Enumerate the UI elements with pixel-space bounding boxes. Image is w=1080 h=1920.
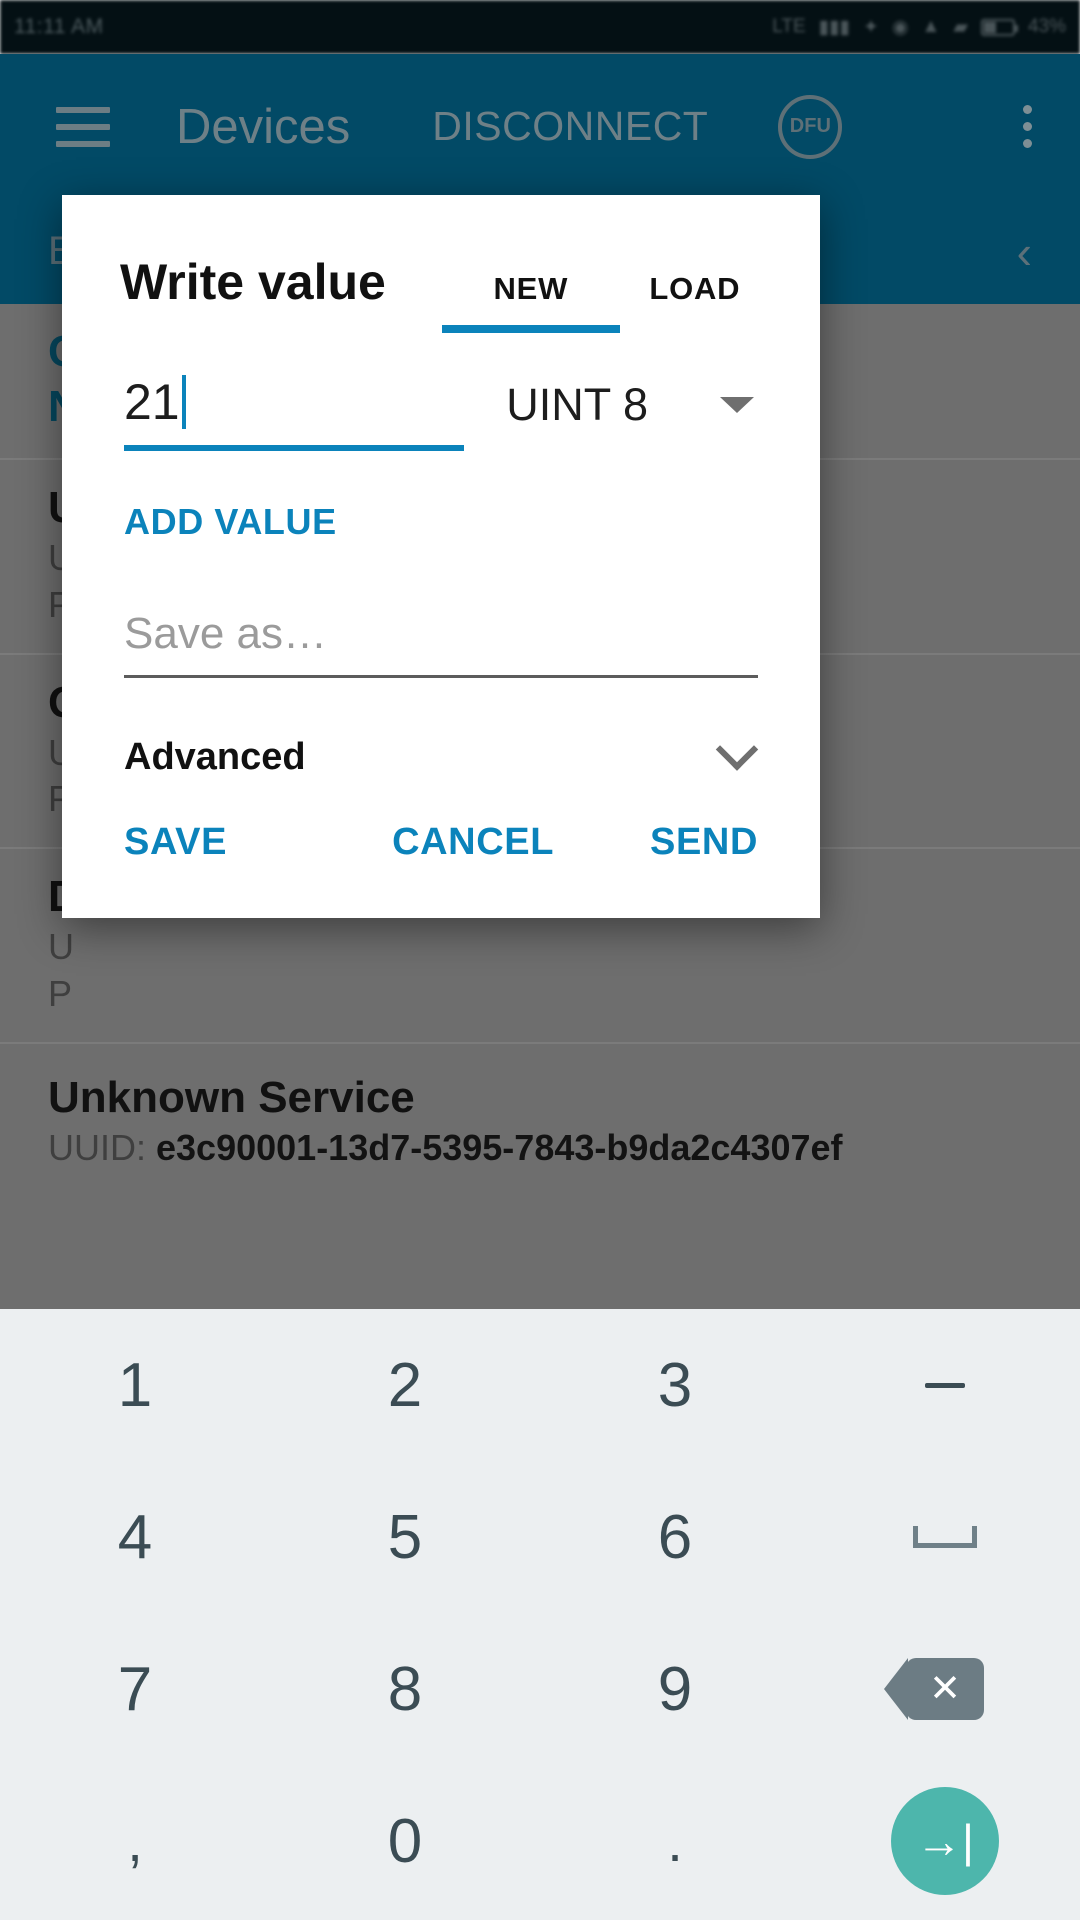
- wifi-icon: ▲: [921, 16, 941, 37]
- tab-load[interactable]: LOAD: [620, 265, 770, 333]
- key-1[interactable]: 1: [0, 1309, 270, 1461]
- write-value-dialog: Write value NEW LOAD 21 UINT 8 ADD VALUE…: [62, 195, 820, 918]
- bluetooth-icon: ✦: [863, 16, 879, 38]
- key-6[interactable]: 6: [540, 1461, 810, 1613]
- value-type-label: UINT 8: [506, 379, 648, 430]
- dfu-icon[interactable]: DFU: [778, 94, 843, 159]
- phone-screen: 11:11 AM LTE ▮▮▮ ✦ ◉ ▲ ▰ 43% Devices DIS…: [0, 0, 1080, 1920]
- numeric-keyboard: 1 2 3 4 5 6 7 8 9 ✕ , 0 . →|: [0, 1309, 1080, 1920]
- key-9[interactable]: 9: [540, 1613, 810, 1765]
- service-name: Unknown Service: [48, 1072, 415, 1122]
- keyboard-row: 7 8 9 ✕: [0, 1613, 1080, 1765]
- list-item-unknown-service: Unknown Service UUID: e3c90001-13d7-5395…: [0, 1043, 1080, 1196]
- key-enter[interactable]: →|: [810, 1765, 1080, 1917]
- disconnect-button[interactable]: DISCONNECT: [432, 103, 708, 150]
- value-input[interactable]: 21: [124, 375, 464, 445]
- hamburger-menu-icon[interactable]: [56, 106, 110, 147]
- page-title: Devices: [176, 99, 351, 154]
- battery-icon: [980, 18, 1018, 36]
- text-caret: [181, 375, 186, 429]
- key-2[interactable]: 2: [270, 1309, 540, 1461]
- status-time: 11:11 AM: [14, 15, 104, 38]
- value-input-wrapper[interactable]: 21: [124, 375, 464, 451]
- key-3[interactable]: 3: [540, 1309, 810, 1461]
- key-7[interactable]: 7: [0, 1613, 270, 1765]
- tab-new[interactable]: NEW: [441, 265, 620, 333]
- backspace-glyph: ✕: [929, 1668, 961, 1710]
- key-5[interactable]: 5: [270, 1461, 540, 1613]
- save-button[interactable]: SAVE: [124, 821, 227, 864]
- status-bar: 11:11 AM LTE ▮▮▮ ✦ ◉ ▲ ▰ 43%: [0, 0, 1080, 54]
- battery-percent: 43%: [1027, 16, 1066, 37]
- dialog-tabs: NEW LOAD: [441, 257, 770, 333]
- space-icon: [913, 1526, 977, 1548]
- key-space[interactable]: [810, 1461, 1080, 1613]
- backspace-icon: ✕: [884, 1658, 984, 1720]
- keyboard-row: 4 5 6: [0, 1461, 1080, 1613]
- service-uuid: UUID: e3c90001-13d7-5395-7843-b9da2c4307…: [48, 1125, 1032, 1172]
- value-row: 21 UINT 8: [124, 375, 762, 451]
- key-0[interactable]: 0: [270, 1765, 540, 1917]
- list-item-subtitle: U: [48, 926, 74, 968]
- enter-glyph: →|: [916, 1815, 974, 1867]
- save-as-underline: [124, 675, 758, 678]
- dialog-header: Write value NEW LOAD: [62, 195, 820, 333]
- uuid-label: UUID:: [48, 1126, 146, 1168]
- save-as-field[interactable]: Save as…: [124, 609, 758, 678]
- save-as-placeholder: Save as…: [124, 609, 327, 658]
- chevron-down-icon: [715, 727, 759, 771]
- key-period[interactable]: .: [540, 1765, 810, 1917]
- advanced-label: Advanced: [124, 736, 306, 778]
- minus-icon: [925, 1382, 965, 1388]
- key-comma[interactable]: ,: [0, 1765, 270, 1917]
- status-icons: LTE ▮▮▮ ✦ ◉ ▲ ▰ 43%: [772, 16, 1066, 39]
- value-input-underline: [124, 445, 464, 451]
- chevron-left-icon: ‹: [1016, 225, 1032, 278]
- key-minus[interactable]: [810, 1309, 1080, 1461]
- enter-icon: →|: [891, 1787, 999, 1895]
- alarm-icon: ◉: [891, 16, 909, 38]
- send-button[interactable]: SEND: [650, 821, 758, 864]
- dialog-actions: SAVE CANCEL SEND: [62, 821, 820, 864]
- key-backspace[interactable]: ✕: [810, 1613, 1080, 1765]
- value-input-text: 21: [124, 374, 180, 430]
- app-bar: Devices DISCONNECT DFU: [0, 54, 1080, 199]
- overflow-menu-icon[interactable]: [1023, 105, 1032, 148]
- key-4[interactable]: 4: [0, 1461, 270, 1613]
- key-8[interactable]: 8: [270, 1613, 540, 1765]
- dialog-title: Write value: [120, 254, 386, 310]
- add-value-button[interactable]: ADD VALUE: [124, 501, 820, 543]
- keyboard-row: 1 2 3: [0, 1309, 1080, 1461]
- chevron-down-icon: [720, 397, 754, 413]
- carrier-icon: ▮▮▮: [818, 16, 851, 38]
- advanced-section-toggle[interactable]: Advanced: [124, 727, 759, 779]
- lte-icon: LTE: [772, 16, 806, 37]
- list-item-line3: P: [48, 972, 73, 1014]
- keyboard-row: , 0 . →|: [0, 1765, 1080, 1917]
- signal-icon: ▰: [953, 16, 968, 38]
- cancel-button[interactable]: CANCEL: [392, 821, 554, 864]
- value-type-select[interactable]: UINT 8: [496, 379, 762, 451]
- uuid-value: e3c90001-13d7-5395-7843-b9da2c4307ef: [156, 1126, 843, 1168]
